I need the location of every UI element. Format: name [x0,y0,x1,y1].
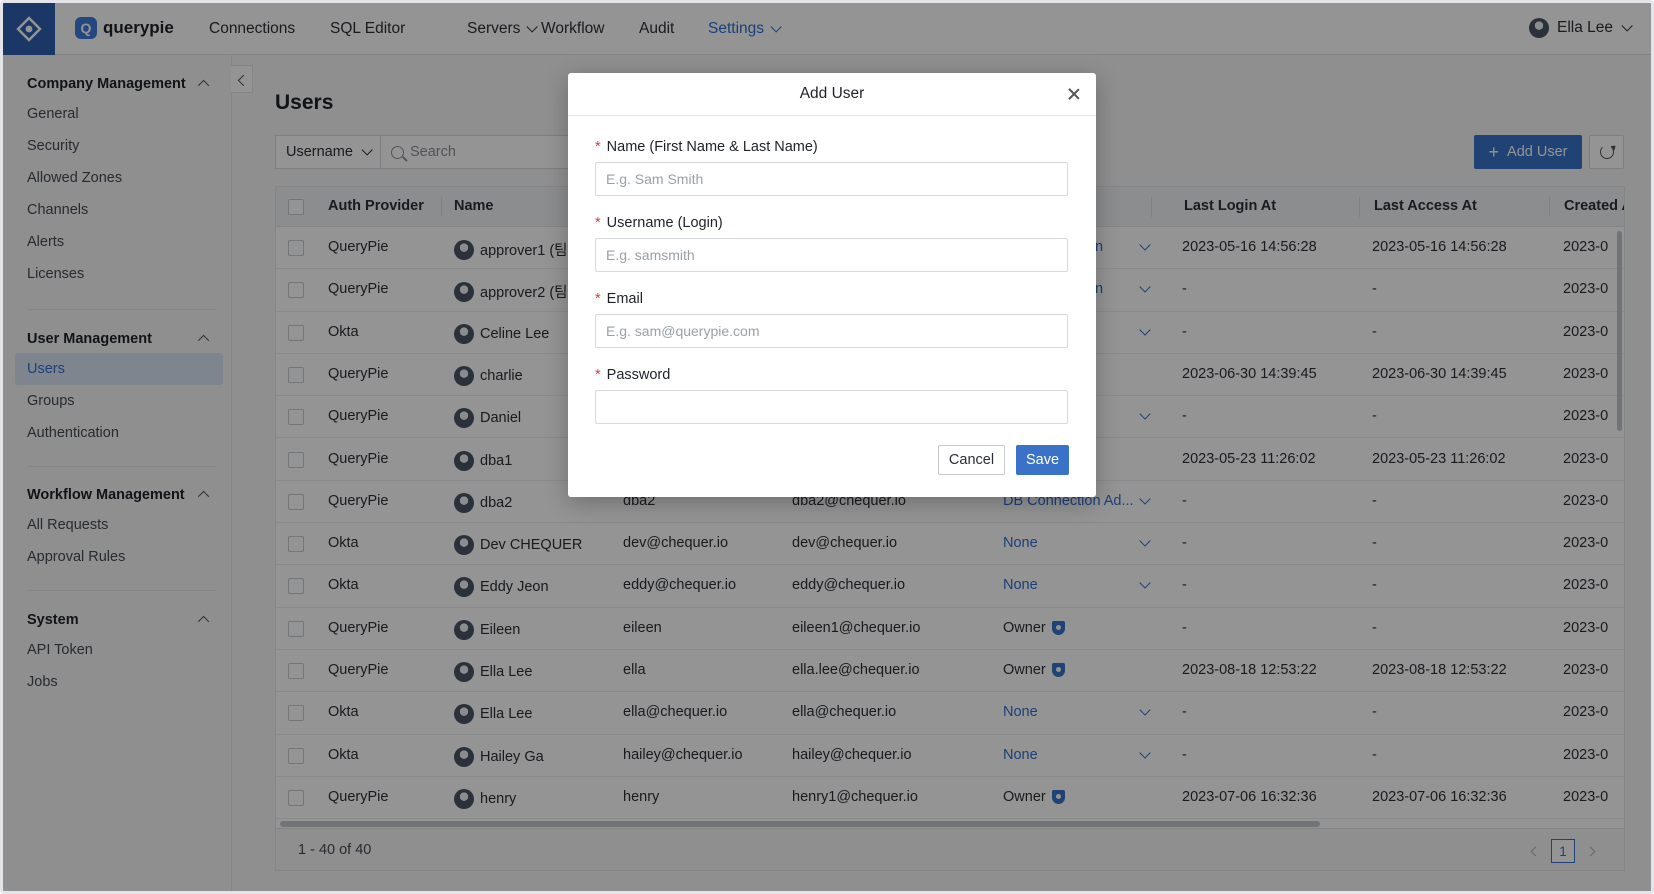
name-field-label: * Name (First Name & Last Name) [595,139,818,155]
required-mark: * [595,291,601,307]
email-field[interactable] [595,314,1068,348]
field-label-text: Password [606,367,671,383]
add-user-dialog: Add User * Name (First Name & Last Name) … [568,73,1096,497]
cancel-button[interactable]: Cancel [938,445,1005,475]
dialog-title: Add User [799,85,865,102]
app-window: Q querypie Connections SQL Editor Server… [0,0,1654,894]
dialog-header: Add User [568,73,1096,116]
required-mark: * [595,367,601,383]
save-button[interactable]: Save [1016,445,1069,475]
username-field-label: * Username (Login) [595,215,723,231]
password-field-label: * Password [595,367,670,383]
field-label-text: Name (First Name & Last Name) [606,139,818,155]
field-label-text: Username (Login) [606,215,723,231]
required-mark: * [595,139,601,155]
field-label-text: Email [606,291,643,307]
name-field[interactable] [595,162,1068,196]
close-icon[interactable] [1066,86,1082,102]
password-field[interactable] [595,390,1068,424]
username-field[interactable] [595,238,1068,272]
email-field-label: * Email [595,291,643,307]
required-mark: * [595,215,601,231]
